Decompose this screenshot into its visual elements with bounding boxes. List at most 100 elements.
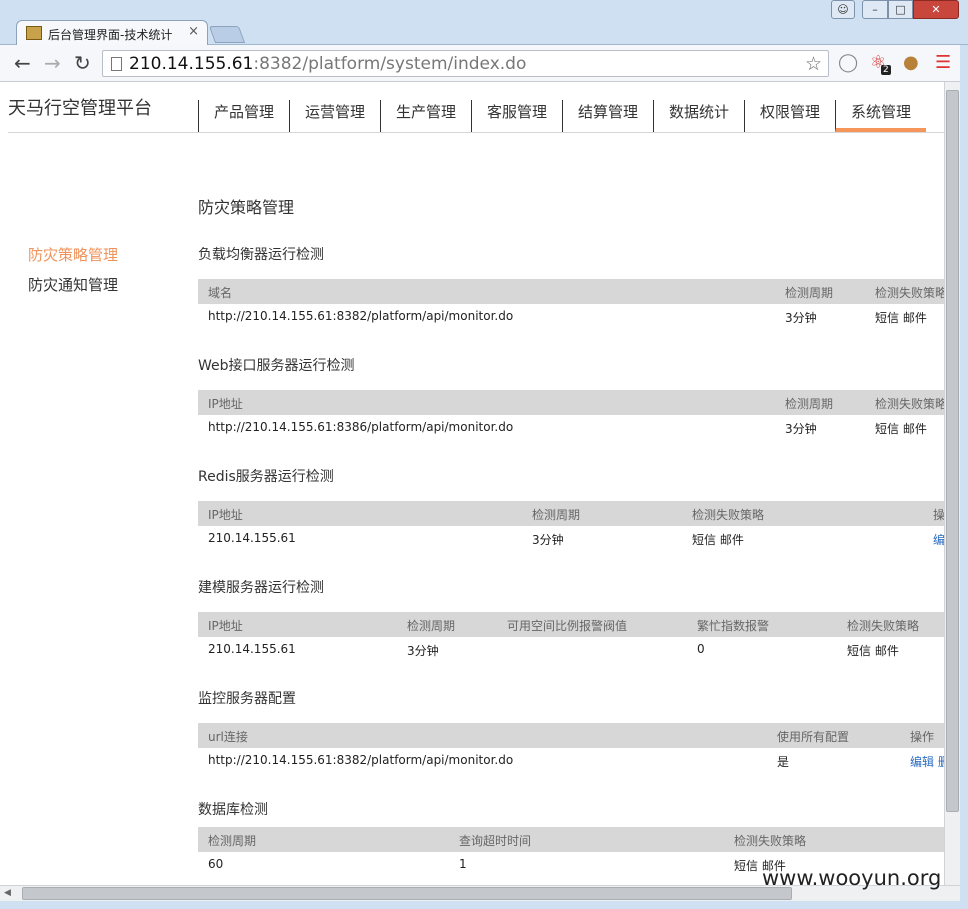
nav-settlement[interactable]: 结算管理 (562, 100, 653, 132)
table-cell: http://210.14.155.61:8382/platform/api/m… (208, 753, 514, 767)
column-header: IP地址 (208, 508, 243, 522)
url-path: :8382/platform/system/index.do (253, 54, 527, 74)
table-header: 检测周期 查询超时时间 检测失败策略 (198, 827, 944, 852)
table-cell: 210.14.155.61 (208, 531, 296, 545)
nav-product[interactable]: 产品管理 (198, 100, 289, 132)
column-header: 检测失败策略 (847, 619, 920, 633)
section-title-web-api: Web接口服务器运行检测 (198, 358, 355, 374)
sidebar-item-disaster-strategy[interactable]: 防灾策略管理 (28, 244, 118, 265)
table-row: 210.14.155.61 3分钟 短信 邮件 编 (198, 526, 944, 551)
maximize-button[interactable]: □ (888, 0, 913, 19)
browser-title-bar: 后台管理界面-技术统计 × ☺ – □ ✕ (0, 0, 968, 45)
section-title-redis: Redis服务器运行检测 (198, 469, 334, 485)
table-header: IP地址 检测周期 检测失败策略 (198, 390, 944, 415)
column-header: 查询超时时间 (459, 834, 532, 848)
header-divider (8, 132, 944, 133)
column-header: 检测周期 (532, 508, 581, 522)
extension-badge: 2 (881, 65, 891, 75)
table-row: http://210.14.155.61:8382/platform/api/m… (198, 304, 944, 329)
forward-arrow-icon[interactable]: → (44, 51, 61, 75)
edit-link[interactable]: 编 (933, 531, 944, 548)
browser-tab[interactable]: 后台管理界面-技术统计 × (16, 20, 208, 45)
vertical-scrollbar[interactable] (944, 82, 960, 885)
column-header: 繁忙指数报警 (697, 619, 770, 633)
nav-system[interactable]: 系统管理 (835, 100, 926, 132)
new-tab-button[interactable] (208, 26, 246, 43)
bookmark-star-icon[interactable]: ☆ (805, 53, 822, 75)
section-title-modeling: 建模服务器运行检测 (198, 580, 324, 596)
column-header: 检测失败策略 (875, 397, 944, 411)
column-header: 域名 (208, 286, 233, 300)
column-header: 检测失败策略 (734, 834, 807, 848)
edit-delete-links[interactable]: 编辑 删 (910, 753, 944, 770)
column-header: IP地址 (208, 397, 243, 411)
url-host: 210.14.155.61 (129, 54, 254, 74)
table-cell: 3分钟 (407, 644, 439, 658)
column-header: IP地址 (208, 619, 243, 633)
table-cell: 0 (697, 642, 705, 656)
section-title-load-balancer: 负载均衡器运行检测 (198, 247, 324, 263)
table-cell: 3分钟 (532, 533, 564, 547)
reload-icon[interactable]: ↻ (74, 51, 91, 75)
extension-circle-icon[interactable]: ◯ (838, 52, 858, 73)
column-header: 检测周期 (208, 834, 257, 848)
table-row: 210.14.155.61 3分钟 0 短信 邮件 (198, 637, 944, 662)
nav-customer-service[interactable]: 客服管理 (471, 100, 562, 132)
close-tab-icon[interactable]: × (188, 24, 199, 39)
sidebar-item-disaster-notice[interactable]: 防灾通知管理 (28, 274, 118, 295)
table-header: url连接 使用所有配置 操作 (198, 723, 944, 748)
back-arrow-icon[interactable]: ← (14, 51, 31, 75)
address-bar[interactable]: 210.14.155.61:8382/platform/system/index… (102, 50, 829, 77)
nav-statistics[interactable]: 数据统计 (653, 100, 744, 132)
column-header: 检测周期 (407, 619, 456, 633)
page-icon (111, 57, 122, 71)
brand-title: 天马行空管理平台 (8, 98, 152, 119)
minimize-button[interactable]: – (862, 0, 888, 19)
table-cell: http://210.14.155.61:8382/platform/api/m… (208, 309, 514, 323)
table-cell: 短信 邮件 (875, 311, 927, 325)
nav-production[interactable]: 生产管理 (380, 100, 471, 132)
section-title-monitor-config: 监控服务器配置 (198, 691, 296, 707)
column-header: 操 (933, 508, 944, 522)
table-cell: 短信 邮件 (875, 422, 927, 436)
table-header: IP地址 检测周期 检测失败策略 操 (198, 501, 944, 526)
column-header: url连接 (208, 730, 248, 744)
cookie-extension-icon[interactable]: ● (903, 52, 919, 73)
watermark: www.wooyun.org (762, 866, 942, 890)
column-header: 可用空间比例报警阀值 (507, 619, 628, 633)
page-viewport: 天马行空管理平台 产品管理 运营管理 生产管理 客服管理 结算管理 数据统计 权… (0, 82, 944, 885)
column-header: 操作 (910, 730, 935, 744)
table-row: http://210.14.155.61:8386/platform/api/m… (198, 415, 944, 440)
vertical-scroll-thumb[interactable] (946, 90, 959, 812)
close-window-button[interactable]: ✕ (913, 0, 959, 19)
table-cell: 短信 邮件 (692, 533, 744, 547)
horizontal-scroll-thumb[interactable] (22, 887, 792, 900)
table-header: 域名 检测周期 检测失败策略 (198, 279, 944, 304)
table-cell: 1 (459, 857, 467, 871)
table-cell: 3分钟 (785, 422, 817, 436)
tab-title: 后台管理界面-技术统计 (48, 28, 173, 42)
column-header: 检测周期 (785, 397, 834, 411)
nav-operation[interactable]: 运营管理 (289, 100, 380, 132)
table-cell: 3分钟 (785, 311, 817, 325)
scroll-left-icon[interactable]: ◀ (4, 888, 11, 898)
menu-icon[interactable]: ☰ (935, 52, 951, 73)
window-frame-bottom (0, 901, 968, 909)
table-cell: http://210.14.155.61:8386/platform/api/m… (208, 420, 514, 434)
page-title: 防灾策略管理 (198, 198, 295, 217)
section-title-database: 数据库检测 (198, 802, 268, 818)
table-cell: 是 (777, 755, 790, 769)
url-text[interactable]: 210.14.155.61:8382/platform/system/index… (129, 54, 526, 74)
table-cell: 210.14.155.61 (208, 642, 296, 656)
table-header: IP地址 检测周期 可用空间比例报警阀值 繁忙指数报警 检测失败策略 (198, 612, 944, 637)
browser-toolbar: ← → ↻ 210.14.155.61:8382/platform/system… (0, 45, 968, 82)
table-row: http://210.14.155.61:8382/platform/api/m… (198, 748, 944, 773)
table-cell: 短信 邮件 (847, 644, 899, 658)
favicon-icon (26, 26, 42, 40)
user-profile-icon[interactable]: ☺ (831, 0, 855, 19)
nav-permission[interactable]: 权限管理 (744, 100, 835, 132)
table-cell: 60 (208, 857, 224, 871)
column-header: 检测周期 (785, 286, 834, 300)
column-header: 检测失败策略 (692, 508, 765, 522)
window-frame-right (960, 45, 968, 909)
